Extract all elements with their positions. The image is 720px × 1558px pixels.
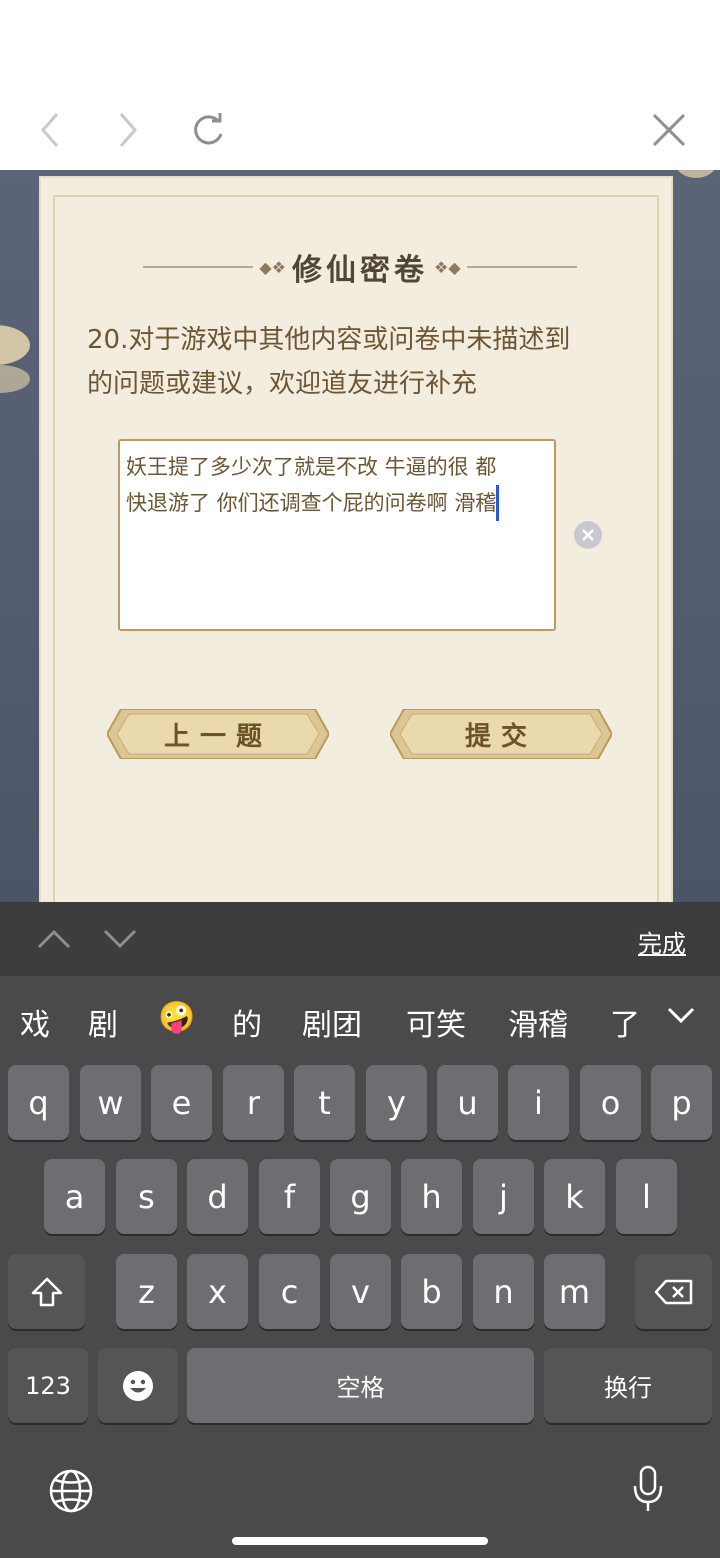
close-icon (652, 113, 686, 147)
done-button[interactable]: 完成 (638, 924, 686, 959)
key-e[interactable]: e (151, 1065, 212, 1140)
keyboard-accessory-bar: 完成 (0, 902, 720, 976)
space-key[interactable]: 空格 (187, 1348, 534, 1423)
key-a[interactable]: a (44, 1159, 105, 1234)
chevron-left-icon (41, 113, 59, 147)
previous-question-button[interactable]: 上一题 (107, 709, 329, 759)
candidate-item[interactable]: 剧团 (302, 1000, 362, 1044)
ornament-icon: ❖◆ (434, 257, 461, 277)
forward-button[interactable] (98, 100, 158, 160)
key-y[interactable]: y (366, 1065, 427, 1140)
browser-toolbar (0, 0, 720, 170)
key-c[interactable]: c (259, 1254, 320, 1329)
reload-button[interactable] (178, 100, 238, 160)
candidate-item[interactable]: 剧 (88, 1000, 118, 1044)
back-button[interactable] (20, 100, 80, 160)
question-line: 20.对于游戏中其他内容或问卷中未描述到 (87, 325, 571, 355)
key-p[interactable]: p (651, 1065, 712, 1140)
card-header: ◆❖ 修仙密卷 ❖◆ (60, 245, 660, 289)
answer-textarea[interactable]: 妖王提了多少次了就是不改 牛逼的很 都 快退游了 你们还调查个屁的问卷啊 滑稽 (118, 439, 556, 631)
key-w[interactable]: w (80, 1065, 141, 1140)
key-v[interactable]: v (330, 1254, 391, 1329)
key-l[interactable]: l (616, 1159, 677, 1234)
key-f[interactable]: f (259, 1159, 320, 1234)
key-s[interactable]: s (116, 1159, 177, 1234)
key-i[interactable]: i (508, 1065, 569, 1140)
chevron-up-icon[interactable] (36, 928, 72, 950)
reload-icon (194, 113, 223, 145)
chevron-down-icon[interactable] (102, 928, 138, 950)
emoji-key[interactable] (98, 1348, 178, 1423)
key-b[interactable]: b (401, 1254, 462, 1329)
clear-text-button[interactable] (574, 521, 602, 549)
key-j[interactable]: j (473, 1159, 534, 1234)
page-title: 修仙密卷 (292, 253, 428, 288)
emoji-icon (123, 1370, 153, 1401)
question-text: 20.对于游戏中其他内容或问卷中未描述到 的问题或建议，欢迎道友进行补充 (87, 318, 627, 406)
key-o[interactable]: o (580, 1065, 641, 1140)
home-indicator[interactable] (232, 1537, 488, 1545)
text-caret (496, 485, 500, 521)
close-icon (582, 529, 594, 541)
title-divider (143, 266, 254, 268)
candidate-item[interactable]: 戏 (20, 1000, 50, 1044)
cloud-decoration (0, 325, 30, 365)
question-line: 的问题或建议，欢迎道友进行补充 (87, 369, 478, 399)
key-r[interactable]: r (223, 1065, 284, 1140)
key-d[interactable]: d (187, 1159, 248, 1234)
cloud-decoration (0, 365, 30, 393)
candidate-item[interactable]: 的 (232, 1000, 262, 1044)
submit-button[interactable]: 提交 (390, 709, 612, 759)
key-h[interactable]: h (401, 1159, 462, 1234)
key-x[interactable]: x (187, 1254, 248, 1329)
key-n[interactable]: n (473, 1254, 534, 1329)
submit-label: 提交 (464, 721, 537, 752)
numbers-key[interactable]: 123 (8, 1348, 88, 1423)
backspace-key[interactable] (635, 1254, 712, 1329)
previous-question-label: 上一题 (163, 721, 272, 752)
candidate-item[interactable]: 🤪 (158, 1000, 195, 1035)
key-m[interactable]: m (544, 1254, 605, 1329)
title-divider (466, 266, 577, 268)
return-key[interactable]: 换行 (544, 1348, 712, 1423)
key-g[interactable]: g (330, 1159, 391, 1234)
candidate-item[interactable]: 了 (610, 1000, 640, 1044)
answer-line: 妖王提了多少次了就是不改 牛逼的很 都 (126, 455, 497, 479)
shift-key[interactable] (8, 1254, 85, 1329)
key-q[interactable]: q (8, 1065, 69, 1140)
chevron-down-icon[interactable] (666, 1006, 696, 1024)
close-button[interactable] (639, 100, 699, 160)
key-u[interactable]: u (437, 1065, 498, 1140)
candidate-item[interactable]: 可笑 (406, 1000, 466, 1044)
backspace-icon (654, 1279, 692, 1304)
key-t[interactable]: t (294, 1065, 355, 1140)
candidate-item[interactable]: 滑稽 (508, 1000, 568, 1044)
answer-line: 快退游了 你们还调查个屁的问卷啊 滑稽 (126, 491, 497, 515)
cloud-decoration (676, 170, 716, 178)
chevron-right-icon (119, 113, 137, 147)
microphone-icon[interactable] (630, 1464, 666, 1514)
ornament-icon: ◆❖ (259, 257, 286, 277)
shift-icon (31, 1277, 62, 1306)
key-z[interactable]: z (116, 1254, 177, 1329)
globe-icon[interactable] (48, 1468, 94, 1514)
key-k[interactable]: k (544, 1159, 605, 1234)
candidate-bar: 戏 剧 🤪 的 剧团 可笑 滑稽 了 (0, 976, 720, 1064)
